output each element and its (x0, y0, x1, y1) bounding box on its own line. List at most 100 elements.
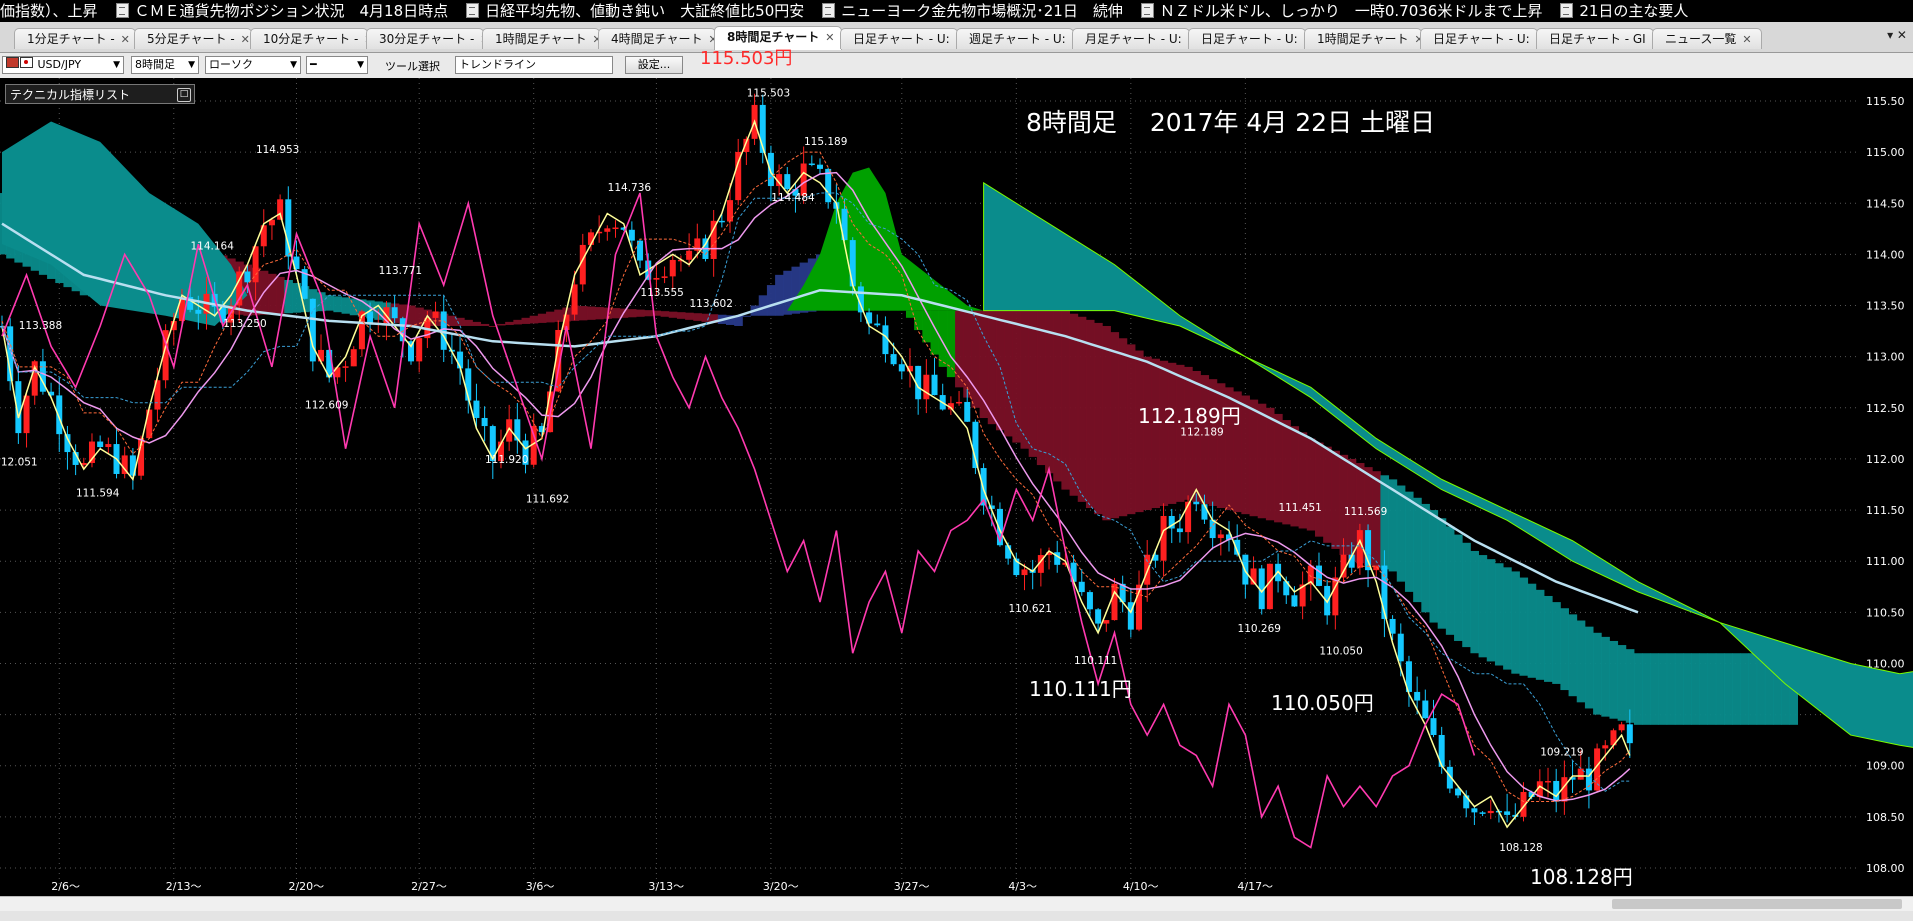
candle-body (1365, 530, 1372, 571)
tab-chart-0[interactable]: 1分足チャート - ✕ (14, 28, 136, 49)
ichimoku-cloud-segment (1265, 407, 1275, 521)
ticker-item[interactable]: ＮＺドル米ドル、しっかり 一時0.7036米ドルまで上昇 (1140, 0, 1542, 22)
tab-chart-10[interactable]: 日足チャート - U:✕ (1188, 28, 1306, 49)
ichimoku-cloud-segment (1110, 332, 1120, 519)
candle-body (890, 354, 897, 365)
ichimoku-cloud-segment (668, 311, 678, 318)
ichimoku-cloud-segment (1372, 471, 1381, 568)
candle-body (898, 364, 905, 372)
price-chart[interactable]: 115.50 115.00 114.50 114.00 113.50 113.00 112.… (0, 78, 1913, 896)
tab-chart-12[interactable]: 日足チャート - U:✕ (1420, 28, 1538, 49)
news-ticker[interactable]: 価指数）、上昇 ＣＭＥ通貨先物ポジション状況 4月18日時点 日経平均先物、値動き鈍… (0, 0, 1913, 22)
candle-body (473, 400, 480, 418)
candle-body (1545, 780, 1552, 783)
price-annotation: 115.189 (804, 136, 847, 148)
candle-body (1602, 745, 1609, 749)
ichimoku-cloud-segment (685, 312, 694, 320)
price-annotation: 113.602 (689, 298, 732, 310)
ichimoku-cloud-segment (529, 315, 539, 324)
candle-body (1471, 808, 1478, 813)
close-icon[interactable]: ✕ (121, 33, 130, 46)
candle-body (1160, 515, 1167, 561)
tab-chart-4[interactable]: 1時間足チャート✕ (482, 28, 600, 49)
y-tick-label: 108.00 (1866, 862, 1905, 875)
x-tick-label: 3/27〜 (894, 880, 930, 893)
tool-select-input[interactable]: トレンドライン (455, 56, 613, 74)
tool-select-label: ツール選択 (385, 60, 440, 73)
chart-style-select[interactable]: ローソク ▼ (205, 56, 301, 74)
ichimoku-cloud-segment (611, 308, 621, 319)
tab-label: 月足チャート - U: (1085, 32, 1182, 46)
ichimoku-cloud-segment (1323, 446, 1332, 543)
tab-chart-2[interactable]: 10分足チャート -✕ (250, 28, 368, 49)
candle-body (481, 417, 488, 427)
ticker-item[interactable]: 価指数）、上昇 (0, 0, 98, 22)
price-annotation: 113.250 (223, 318, 266, 330)
candle-body (874, 323, 881, 326)
ichimoku-cloud-segment (1486, 559, 1496, 662)
tab-label: 30分足チャート - (379, 32, 475, 46)
candle-body (1193, 501, 1200, 505)
tab-list-controls[interactable]: ▾ ✕ (1887, 28, 1907, 42)
ichimoku-cloud-segment (1650, 653, 1659, 725)
chart-toolbar: USD/JPY ▼ 8時間足 ▼ ローソク ▼ ━ ▼ ツール選択 トレンドライ… (0, 53, 1913, 79)
ichimoku-cloud-segment (1421, 503, 1430, 613)
ichimoku-cloud-segment (660, 311, 670, 317)
tab-chart-8[interactable]: 週足チャート - U:✕ (956, 28, 1074, 49)
ticker-item[interactable]: 日経平均先物、値動き鈍い 大証終値比50円安 (466, 0, 804, 22)
ichimoku-cloud-segment (1143, 356, 1152, 511)
price-annotation: 114.484 (771, 192, 815, 204)
tab-chart-3[interactable]: 30分足チャート -✕ (366, 28, 484, 49)
ichimoku-cloud-segment (676, 312, 686, 319)
x-tick-label: 2/6〜 (51, 880, 80, 893)
price-label-112189: 112.189円 (1138, 404, 1241, 428)
timeframe-select[interactable]: 8時間足 ▼ (131, 56, 199, 74)
candle-body (653, 277, 660, 280)
tab-chart-7[interactable]: 日足チャート - U:✕ (840, 28, 958, 49)
ichimoku-cloud-segment (1617, 645, 1627, 721)
price-annotation: 111.569 (1344, 506, 1387, 518)
settings-button[interactable]: 設定... (625, 56, 683, 74)
news-document-icon (466, 3, 480, 18)
ichimoku-cloud-segment (505, 321, 514, 325)
close-icon[interactable]: ✕ (825, 31, 834, 44)
ichimoku-cloud-segment (1740, 653, 1749, 725)
tab-chart-13[interactable]: 日足チャート - GI✕ (1536, 28, 1654, 49)
candle-body (1430, 718, 1437, 735)
x-tick-label: 4/10〜 (1123, 880, 1159, 893)
price-annotation: 113.555 (640, 287, 683, 299)
candle-body (1397, 633, 1404, 662)
chart-title: 8時間足 2017年 4月 22日 土曜日 (1026, 108, 1436, 137)
chart-horizontal-scrollbar[interactable] (0, 896, 1913, 911)
price-annotation: 111.920 (485, 454, 528, 466)
technical-indicator-list-panel[interactable]: テクニカル指標リスト □ (5, 84, 195, 104)
scrollbar-thumb[interactable] (1612, 899, 1902, 909)
candle-body (1266, 563, 1273, 610)
candle-body (923, 374, 930, 400)
ichimoku-cloud-segment (1257, 403, 1267, 519)
line-style-select[interactable]: ━ ▼ (306, 56, 368, 74)
ichimoku-cloud-segment (1634, 653, 1643, 725)
panel-toggle-button[interactable]: □ (177, 88, 191, 102)
tab-chart-5[interactable]: 4時間足チャート✕ (598, 28, 716, 49)
candle-body (56, 395, 63, 435)
ichimoku-cloud-segment (1674, 653, 1684, 725)
ticker-item[interactable]: ＣＭＥ通貨先物ポジション状況 4月18日時点 (115, 0, 448, 22)
close-icon[interactable]: ✕ (241, 33, 250, 46)
tab-label: 10分足チャート - (263, 32, 359, 46)
ticker-item[interactable]: ニューヨーク金先物市場概況･21日 続伸 (822, 0, 1123, 22)
tab-chart-11[interactable]: 1時間足チャート✕ (1304, 28, 1422, 49)
tab-chart-14[interactable]: ニュース一覧 ✕ (1652, 28, 1762, 49)
x-tick-label: 2/27〜 (411, 880, 447, 893)
close-icon[interactable]: ✕ (1742, 33, 1751, 46)
ichimoku-cloud-segment (1004, 310, 1013, 437)
ticker-item[interactable]: 21日の主な要人 (1560, 0, 1688, 22)
price-label-108128: 108.128円 (1530, 865, 1633, 889)
ichimoku-cloud-segment (546, 311, 555, 323)
symbol-select[interactable]: USD/JPY ▼ (2, 56, 124, 74)
tab-chart-1[interactable]: 5分足チャート - ✕ (134, 28, 252, 49)
ichimoku-cloud-segment (1012, 310, 1021, 443)
x-tick-label: 3/13〜 (648, 880, 684, 893)
tab-chart-9[interactable]: 月足チャート - U:✕ (1072, 28, 1190, 49)
ichimoku-cloud-segment (1102, 325, 1111, 521)
